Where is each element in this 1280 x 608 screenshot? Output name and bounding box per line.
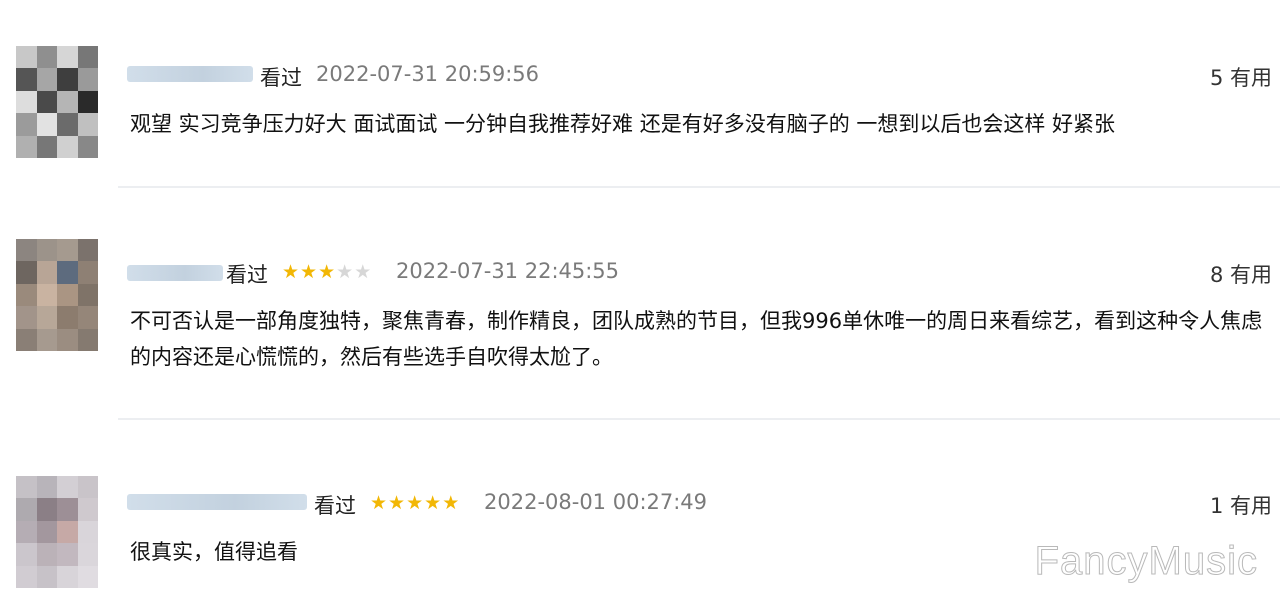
avatar[interactable] <box>16 46 98 158</box>
review-item: 看过 ★★★★★ 2022-07-31 22:45:55 8 有用 不可否认是一… <box>0 187 1280 419</box>
seen-label: 看过 <box>226 263 268 287</box>
star-icon: ★ <box>282 261 301 283</box>
avatar[interactable] <box>16 476 98 588</box>
star-icon: ★ <box>388 492 407 514</box>
useful-count[interactable]: 8 有用 <box>1210 259 1272 289</box>
seen-label: 看过 <box>260 66 302 90</box>
star-icon: ★ <box>318 261 337 283</box>
avatar[interactable] <box>16 239 98 351</box>
rating-stars: ★★★★★ <box>370 492 460 514</box>
watermark: FancyMusic <box>1034 539 1258 584</box>
star-icon: ★ <box>370 492 389 514</box>
star-icon: ★ <box>424 492 443 514</box>
review-time: 2022-08-01 00:27:49 <box>484 490 708 514</box>
username-link[interactable] <box>127 494 307 510</box>
star-icon: ★ <box>354 261 373 283</box>
star-icon: ★ <box>336 261 355 283</box>
username-link[interactable] <box>127 66 253 82</box>
review-item: 看过 2022-07-31 20:59:56 5 有用 观望 实习竞争压力好大 … <box>0 0 1280 186</box>
useful-count[interactable]: 1 有用 <box>1210 490 1272 520</box>
seen-label: 看过 <box>314 494 356 518</box>
star-icon: ★ <box>442 492 461 514</box>
review-text: 观望 实习竞争压力好大 面试面试 一分钟自我推荐好难 还是有好多没有脑子的 一想… <box>130 112 1116 136</box>
username-link[interactable] <box>127 265 223 281</box>
review-text: 不可否认是一部角度独特，聚焦青春，制作精良，团队成熟的节目，但我996单休唯一的… <box>130 309 1263 369</box>
star-icon: ★ <box>406 492 425 514</box>
review-time: 2022-07-31 22:45:55 <box>396 259 620 283</box>
rating-stars: ★★★★★ <box>282 261 372 283</box>
star-icon: ★ <box>300 261 319 283</box>
review-time: 2022-07-31 20:59:56 <box>316 62 540 86</box>
useful-count[interactable]: 5 有用 <box>1210 62 1272 92</box>
